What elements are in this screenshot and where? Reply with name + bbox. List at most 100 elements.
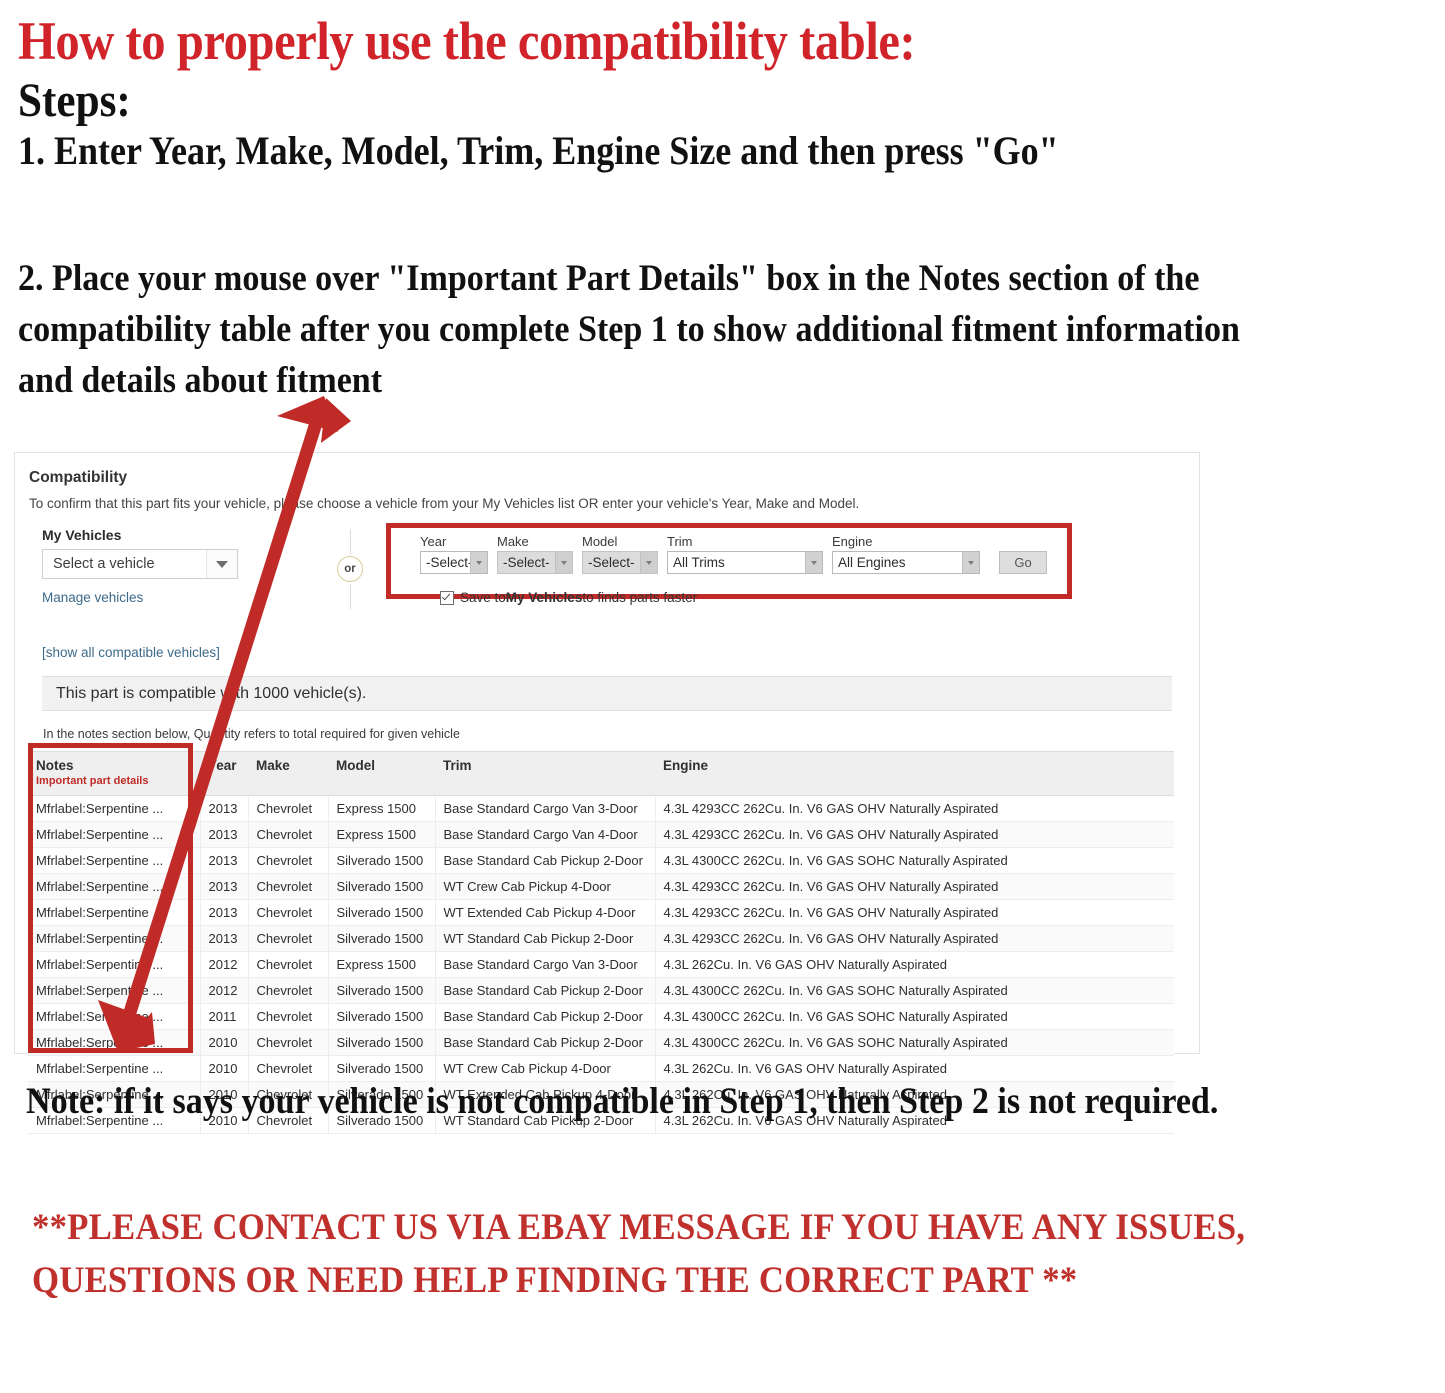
cell-year: 2013 [200, 899, 249, 926]
cell-engine: 4.3L 4293CC 262Cu. In. V6 GAS OHV Natura… [655, 899, 1174, 926]
save-to-my-vehicles-checkbox[interactable] [440, 590, 454, 605]
cell-notes[interactable]: Mfrlabel:Serpentine ... [28, 899, 201, 926]
chevron-down-icon[interactable] [962, 552, 979, 574]
chevron-down-icon[interactable] [470, 552, 487, 574]
my-vehicles-group: My Vehicles Select a vehicle Manage vehi… [42, 527, 272, 605]
cell-model: Express 1500 [328, 821, 436, 848]
column-header-notes-label: Notes [36, 758, 74, 773]
cell-year: 2011 [200, 1003, 249, 1030]
cell-year: 2013 [200, 847, 249, 874]
important-part-details-label[interactable]: Important part details [36, 775, 192, 787]
cell-engine: 4.3L 262Cu. In. V6 GAS OHV Naturally Asp… [655, 951, 1174, 978]
model-select-value: -Select- [588, 555, 635, 571]
make-field: Make -Select- [497, 534, 573, 575]
chevron-down-icon[interactable] [805, 552, 822, 574]
cell-model: Silverado 1500 [328, 873, 436, 900]
cell-make: Chevrolet [248, 1029, 329, 1056]
cell-trim: Base Standard Cargo Van 4-Door [435, 821, 656, 848]
cell-trim: Base Standard Cab Pickup 2-Door [435, 977, 656, 1004]
cell-model: Silverado 1500 [328, 899, 436, 926]
cell-engine: 4.3L 4293CC 262Cu. In. V6 GAS OHV Natura… [655, 873, 1174, 900]
or-label: or [337, 556, 363, 582]
engine-select-value: All Engines [838, 555, 906, 571]
cell-engine: 4.3L 4293CC 262Cu. In. V6 GAS OHV Natura… [655, 795, 1174, 822]
panel-subtitle: To confirm that this part fits your vehi… [29, 496, 860, 511]
column-header-notes[interactable]: Notes Important part details [28, 751, 200, 796]
table-row: Mfrlabel:Serpentine ... 2013 Chevrolet Silv… [28, 899, 1174, 926]
cell-year: 2010 [200, 1029, 249, 1056]
year-select[interactable]: -Select- [420, 551, 488, 575]
cell-make: Chevrolet [248, 925, 329, 952]
table-row: Mfrlabel:Serpentine ... 2013 Chevrolet Expr… [28, 821, 1174, 848]
manage-vehicles-link[interactable]: Manage vehicles [42, 590, 272, 605]
cell-engine: 4.3L 4293CC 262Cu. In. V6 GAS OHV Natura… [655, 821, 1174, 848]
cell-notes[interactable]: Mfrlabel:Serpentine ... [28, 795, 201, 822]
cell-notes[interactable]: Mfrlabel:Serpentine ... [28, 873, 201, 900]
column-header-make[interactable]: Make [248, 751, 328, 796]
save-suffix-label: to finds parts faster [582, 590, 698, 605]
go-button[interactable]: Go [999, 551, 1047, 575]
table-row: Mfrlabel:Serpentine ... 2013 Chevrolet Silv… [28, 847, 1174, 874]
make-select[interactable]: -Select- [497, 551, 573, 575]
cell-notes[interactable]: Mfrlabel:Serpentine ... [28, 1029, 201, 1056]
column-header-model[interactable]: Model [328, 751, 435, 796]
instructions-block: How to properly use the compatibility ta… [18, 11, 1418, 174]
cell-notes[interactable]: Mfrlabel:Serpentine ... [28, 1003, 201, 1030]
cell-trim: WT Standard Cab Pickup 2-Door [435, 925, 656, 952]
column-header-year[interactable]: Year [200, 751, 248, 796]
cell-notes[interactable]: Mfrlabel:Serpentine ... [28, 977, 201, 1004]
trim-label: Trim [667, 534, 693, 549]
cell-trim: Base Standard Cab Pickup 2-Door [435, 847, 656, 874]
save-prefix-label: Save to [460, 590, 506, 605]
cell-notes[interactable]: Mfrlabel:Serpentine ... [28, 847, 201, 874]
cell-notes[interactable]: Mfrlabel:Serpentine ... [28, 821, 201, 848]
cell-model: Silverado 1500 [328, 847, 436, 874]
save-bold-label: My Vehicles [505, 590, 583, 605]
cell-model: Silverado 1500 [328, 925, 436, 952]
cell-engine: 4.3L 4293CC 262Cu. In. V6 GAS OHV Natura… [655, 925, 1174, 952]
compatibility-status-banner: This part is compatible with 1000 vehicl… [42, 676, 1172, 711]
cell-engine: 4.3L 4300CC 262Cu. In. V6 GAS SOHC Natur… [655, 1003, 1174, 1030]
model-label: Model [582, 534, 618, 549]
trim-select[interactable]: All Trims [667, 551, 823, 575]
cell-engine: 4.3L 4300CC 262Cu. In. V6 GAS SOHC Natur… [655, 847, 1174, 874]
show-all-compatible-vehicles-link[interactable]: [show all compatible vehicles] [42, 645, 1185, 660]
cell-notes[interactable]: Mfrlabel:Serpentine ... [28, 925, 201, 952]
step-1-text: 1. Enter Year, Make, Model, Trim, Engine… [18, 127, 1059, 173]
cell-model: Silverado 1500 [328, 1029, 436, 1056]
or-divider: or [335, 529, 365, 609]
table-row: Mfrlabel:Serpentine ... 2011 Chevrolet Silv… [28, 1003, 1174, 1030]
cell-trim: Base Standard Cargo Van 3-Door [435, 951, 656, 978]
table-row: Mfrlabel:Serpentine ... 2013 Chevrolet Silv… [28, 925, 1174, 952]
make-select-value: -Select- [503, 555, 550, 571]
cell-notes[interactable]: Mfrlabel:Serpentine ... [28, 951, 201, 978]
column-header-engine[interactable]: Engine [655, 751, 1174, 796]
chevron-down-icon[interactable] [640, 552, 657, 574]
trim-field: Trim All Trims [667, 534, 823, 575]
engine-field: Engine All Engines [832, 534, 980, 575]
model-select[interactable]: -Select- [582, 551, 658, 575]
cell-make: Chevrolet [248, 951, 329, 978]
my-vehicles-select[interactable]: Select a vehicle [42, 549, 238, 579]
page-title: How to properly use the compatibility ta… [18, 11, 916, 71]
table-row: Mfrlabel:Serpentine ... 2012 Chevrolet Silv… [28, 977, 1174, 1004]
chevron-down-icon[interactable] [555, 552, 572, 574]
make-label: Make [497, 534, 529, 549]
cell-year: 2013 [200, 795, 249, 822]
cell-year: 2012 [200, 951, 249, 978]
column-header-trim[interactable]: Trim [435, 751, 655, 796]
cell-make: Chevrolet [248, 873, 329, 900]
cell-model: Silverado 1500 [328, 1003, 436, 1030]
cell-make: Chevrolet [248, 795, 329, 822]
cell-engine: 4.3L 4300CC 262Cu. In. V6 GAS SOHC Natur… [655, 1029, 1174, 1056]
trim-select-value: All Trims [673, 555, 725, 571]
save-to-my-vehicles-row[interactable]: Save to My Vehicles to finds parts faste… [440, 590, 697, 605]
cell-year: 2013 [200, 873, 249, 900]
engine-label: Engine [832, 534, 873, 549]
chevron-down-icon[interactable] [206, 550, 237, 578]
compatibility-panel: Compatibility To confirm that this part … [14, 452, 1200, 1134]
cell-trim: WT Extended Cab Pickup 4-Door [435, 899, 656, 926]
year-field: Year -Select- [420, 534, 488, 575]
engine-select[interactable]: All Engines [832, 551, 980, 575]
quantity-note: In the notes section below, Quantity ref… [43, 727, 460, 741]
